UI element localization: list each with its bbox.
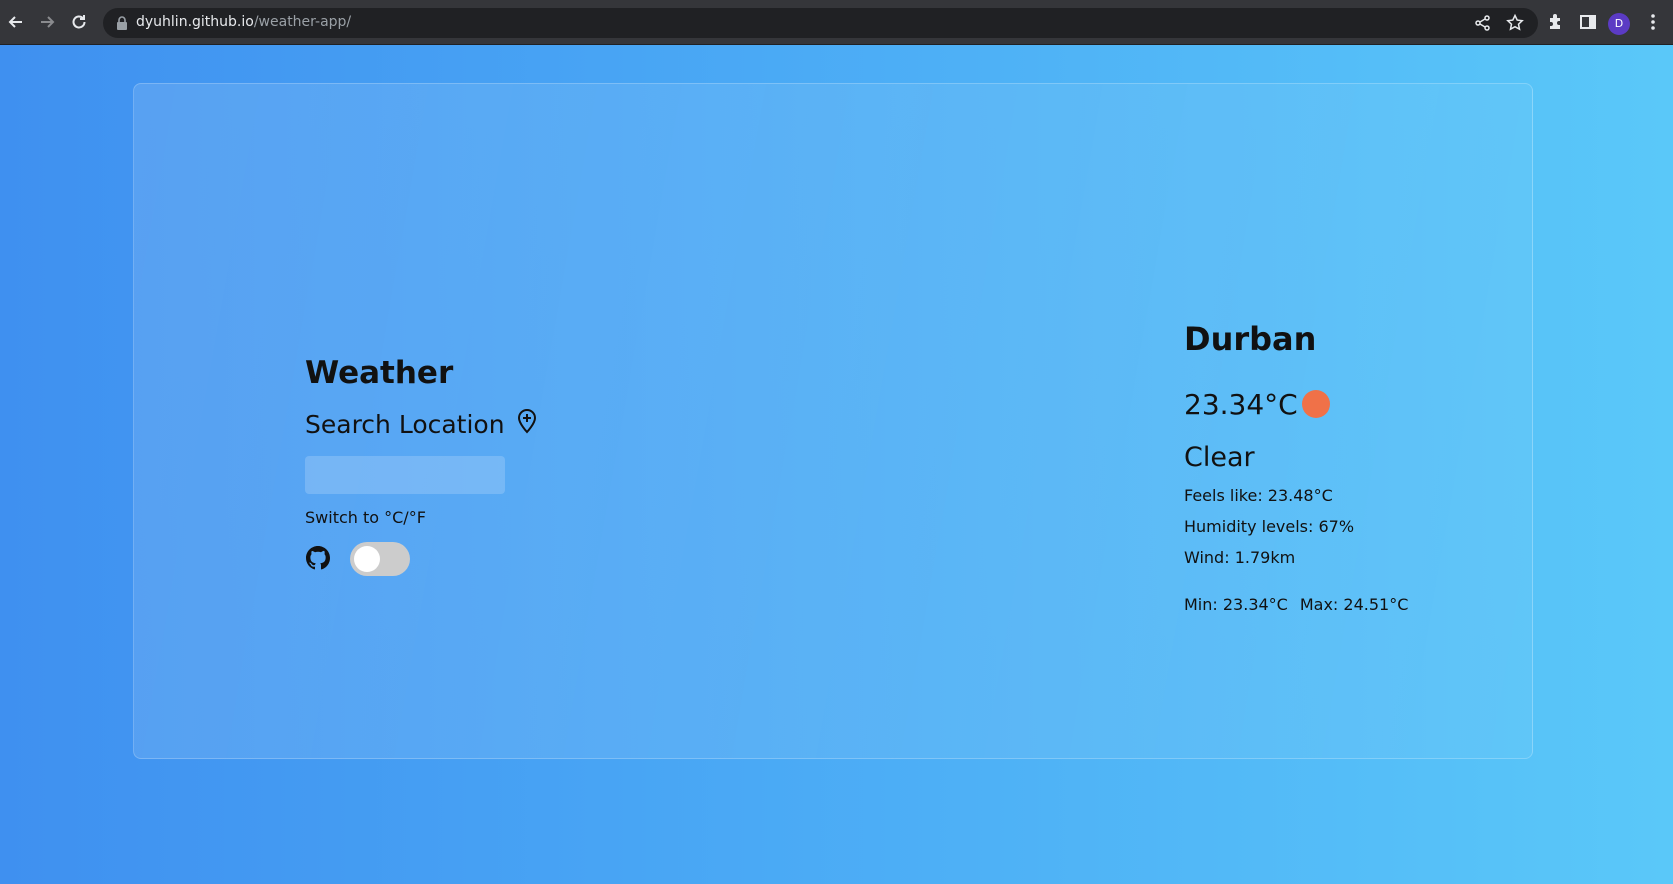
unit-toggle-switch[interactable] [350, 542, 410, 576]
github-icon[interactable] [306, 546, 330, 570]
toggle-knob[interactable] [354, 546, 380, 572]
menu-icon[interactable] [1646, 12, 1660, 32]
max-temperature: Max: 24.51°C [1299, 595, 1409, 614]
share-icon[interactable] [1473, 13, 1493, 33]
unit-switch-label: Switch to °C/°F [305, 508, 426, 527]
search-location-label: Search Location [305, 410, 505, 439]
browser-toolbar: dyuhlin.github.io/weather-app/ D [0, 0, 1673, 45]
star-icon[interactable] [1505, 13, 1525, 33]
location-pin-icon[interactable] [515, 408, 539, 434]
url-path: /weather-app/ [253, 14, 352, 30]
lock-icon[interactable] [115, 16, 129, 30]
side-panel-icon[interactable] [1578, 12, 1598, 32]
weather-condition: Clear [1184, 442, 1255, 473]
current-temperature: 23.34°C [1184, 388, 1298, 421]
extensions-icon[interactable] [1546, 12, 1566, 32]
url-text: dyuhlin.github.io/weather-app/ [136, 14, 351, 30]
humidity-level: Humidity levels: 67% [1184, 517, 1355, 536]
url-host: dyuhlin.github.io [136, 14, 254, 30]
city-name: Durban [1184, 320, 1317, 358]
reload-icon[interactable] [69, 12, 89, 32]
feels-like: Feels like: 23.48°C [1184, 486, 1333, 505]
sun-icon [1302, 390, 1330, 418]
search-input[interactable] [305, 456, 505, 494]
profile-avatar[interactable]: D [1608, 13, 1630, 35]
forward-icon[interactable] [37, 12, 57, 32]
min-max-temperature: Min: 23.34°C Max: 24.51°C [1184, 595, 1408, 614]
back-icon[interactable] [6, 12, 26, 32]
wind-speed: Wind: 1.79km [1184, 548, 1296, 567]
min-temperature: Min: 23.34°C [1184, 595, 1288, 614]
app-title: Weather [305, 355, 454, 391]
address-bar[interactable]: dyuhlin.github.io/weather-app/ [103, 8, 1538, 38]
